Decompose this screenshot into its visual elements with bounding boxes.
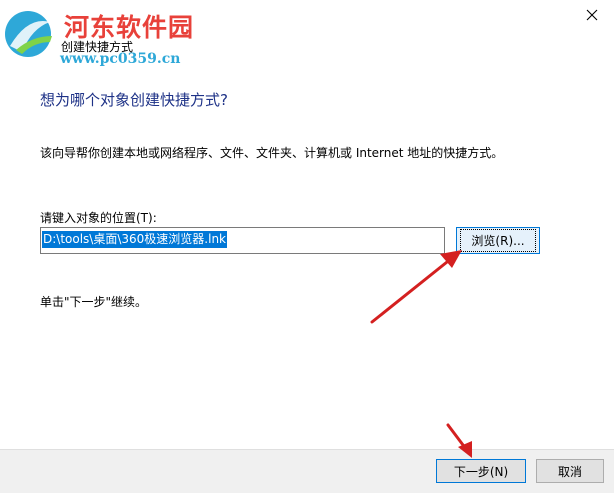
continue-hint: 单击"下一步"继续。 [40, 295, 148, 309]
browse-button-label: 浏览(R)... [460, 229, 536, 252]
browse-button[interactable]: 浏览(R)... [456, 227, 540, 254]
location-input-value: D:\tools\桌面\360极速浏览器.lnk [42, 231, 227, 248]
next-button-label: 下一步(N) [453, 464, 509, 479]
page-description: 该向导帮你创建本地或网络程序、文件、文件夹、计算机或 Internet 地址的快… [40, 146, 504, 160]
page-heading: 想为哪个对象创建快捷方式? [40, 91, 228, 109]
close-button[interactable] [570, 0, 614, 30]
window-title: 创建快捷方式 [61, 40, 134, 54]
cancel-button-label: 取消 [557, 464, 582, 479]
cancel-button[interactable]: 取消 [536, 459, 604, 483]
site-logo-icon [5, 11, 52, 57]
next-button[interactable]: 下一步(N) [436, 459, 526, 483]
arrow-to-browse-icon [370, 250, 462, 324]
close-icon [586, 9, 598, 21]
location-label: 请键入对象的位置(T): [40, 211, 157, 225]
location-input[interactable]: D:\tools\桌面\360极速浏览器.lnk [40, 227, 445, 254]
